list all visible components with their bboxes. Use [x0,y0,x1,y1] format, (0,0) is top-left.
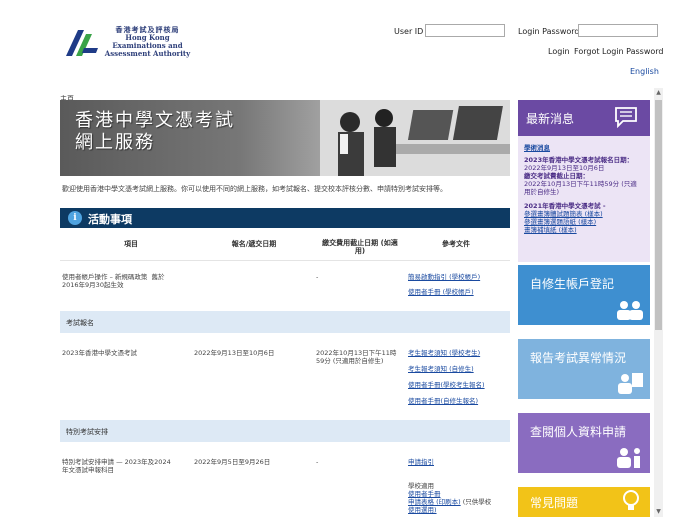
students-computer-photo [320,100,510,176]
intro-text: 歡迎使用香港中學文憑考試網上服務。你可以使用不同的網上服務，如考試報名、提交校本… [62,185,447,193]
user-id-input[interactable] [425,24,505,37]
scroll-thumb[interactable] [655,100,662,330]
login-link[interactable]: Login [548,47,570,56]
news-2021-heading: 2021年香港中學文憑考試 - [524,202,606,210]
news-registration-heading: 2023年香港中學文憑考試報名日期： [524,156,634,164]
private-candidate-notes-link[interactable]: 考生報考須知 (自修生) [408,365,474,373]
activities-section-bar: i 活動事項 [60,208,510,228]
self-account-registration-label: 自修生帳戶登記 [530,277,615,291]
table-row-3-period: 2022年9月5日至9月26日 [194,458,271,466]
hkeaa-logo[interactable] [64,26,100,60]
latest-news-header: 最新消息 [518,100,650,136]
data-access-request-label: 查閱個人資料申請 [530,425,627,439]
data-access-request-tile[interactable]: 查閱個人資料申請 [518,413,650,473]
news-academic-link[interactable]: 學術消息 [524,144,648,152]
group-special-arrangements: 特別考試安排 [60,420,510,442]
self-account-registration-tile[interactable]: 自修生帳戶登記 [518,265,650,325]
table-row-2-period: 2022年9月13日至10月6日 [194,349,275,357]
application-form-note-link[interactable]: 使用選用) [408,506,437,514]
report-irregularity-label: 報告考試異常情況 [530,351,627,365]
vertical-scrollbar[interactable]: ▲ ▼ [654,88,663,517]
user-id-label: User ID [394,27,424,36]
lightbulb-icon [623,490,639,510]
news-fee-note: 用於自修生) [524,188,560,196]
header-period: 報名/遞交日期 [231,240,277,248]
application-guide-link[interactable]: 申請指引 [408,458,434,466]
table-row-1-deadline: - [316,273,319,281]
table-row-1-item: 使用者帳戶操作 – 新規碼政策 舊於 2016年9月30起生效 [62,273,165,289]
user-manual-school-link[interactable]: 使用者手冊 (學校帳戶) [408,288,474,296]
news-registration-dates: 2022年9月13日至10月6日 [524,164,605,172]
user-info-icon [617,448,640,468]
header: 香港考試及評核局 Hong Kong Examinations and Asse… [0,0,693,92]
news-sample-link-2[interactable]: 參選畫簿選題語紙 (樣本) [524,218,648,226]
table-row-2-deadline: 2022年10月13日下午11時 59分 (只適用於自修生) [316,349,397,365]
activities-title: 活動事項 [88,213,132,226]
hero-banner: 香港中學文憑考試 網上服務 [60,100,510,176]
password-input[interactable] [578,24,658,37]
scroll-down-arrow[interactable]: ▼ [654,507,663,517]
password-label: Login Password [518,27,580,36]
school-applicable-label: 學校適用 [408,482,434,490]
table-row-3-deadline: - [316,458,319,466]
manual-private-registration-link[interactable]: 使用者手冊(自修生報名) [408,397,478,405]
forgot-password-link[interactable]: Forgot Login Password [574,47,664,56]
application-form-link[interactable]: 申請表格 (印刷本) [408,498,461,506]
header-docs: 參考文件 [442,240,470,248]
news-fee-deadline: 2022年10月13日下午11時59分 (只適 [524,180,637,188]
main-content: 主頁 香港中學文憑考試 網上服務 歡迎使用香港中學文憑考試網上服務。你可以使用不… [56,92,661,517]
manual-school-registration-link[interactable]: 使用者手冊(學校考生報名) [408,381,485,389]
user-manual-link[interactable]: 使用者手冊 [408,490,441,498]
report-irregularity-tile[interactable]: 報告考試異常情況 [518,339,650,399]
users-icon [617,301,643,320]
scroll-up-arrow[interactable]: ▲ [654,88,663,98]
message-icon [615,107,637,128]
news-fee-heading: 繳交考試費截止日期： [524,172,589,180]
latest-news-title: 最新消息 [526,112,575,126]
header-deadline: 繳交費用截止日期 (如適用) [322,239,398,255]
faq-tile[interactable]: 常見問題 [518,487,650,517]
group-exam-registration: 考試報名 [60,311,510,333]
english-language-link[interactable]: English [630,67,659,76]
latest-news-panel: 最新消息 學術消息 2023年香港中學文憑考試報名日期： 2022年9月13日至… [518,100,650,262]
table-row-2-item: 2023年香港中學文憑考試 [62,349,138,357]
header-item: 項目 [124,240,138,248]
logo-text: 香港考試及評核局 Hong Kong Examinations and Asse… [104,25,191,58]
info-icon: i [68,211,82,225]
hero-title: 香港中學文憑考試 網上服務 [75,110,235,153]
faq-label: 常見問題 [530,496,579,510]
news-sample-link-3[interactable]: 畫簿補填紙 (樣本) [524,226,648,234]
latest-news-body: 學術消息 2023年香港中學文憑考試報名日期： 2022年9月13日至10月6日… [524,144,648,234]
quick-start-guide-link[interactable]: 簡易啟動指引 (學校帳戶) [408,273,480,281]
news-sample-link-1[interactable]: 參選畫簿體試題簡表 (樣本) [524,210,648,218]
table-row-3-item: 特別考試安排申請 — 2023年及2024 年文憑試申報科目 [62,458,171,474]
divider [60,260,510,261]
user-document-icon [618,373,643,394]
application-form-row: 申請表格 (印刷本) (只供學校 [408,498,492,506]
school-candidate-notes-link[interactable]: 考生報考須知 (學校考生) [408,349,480,357]
